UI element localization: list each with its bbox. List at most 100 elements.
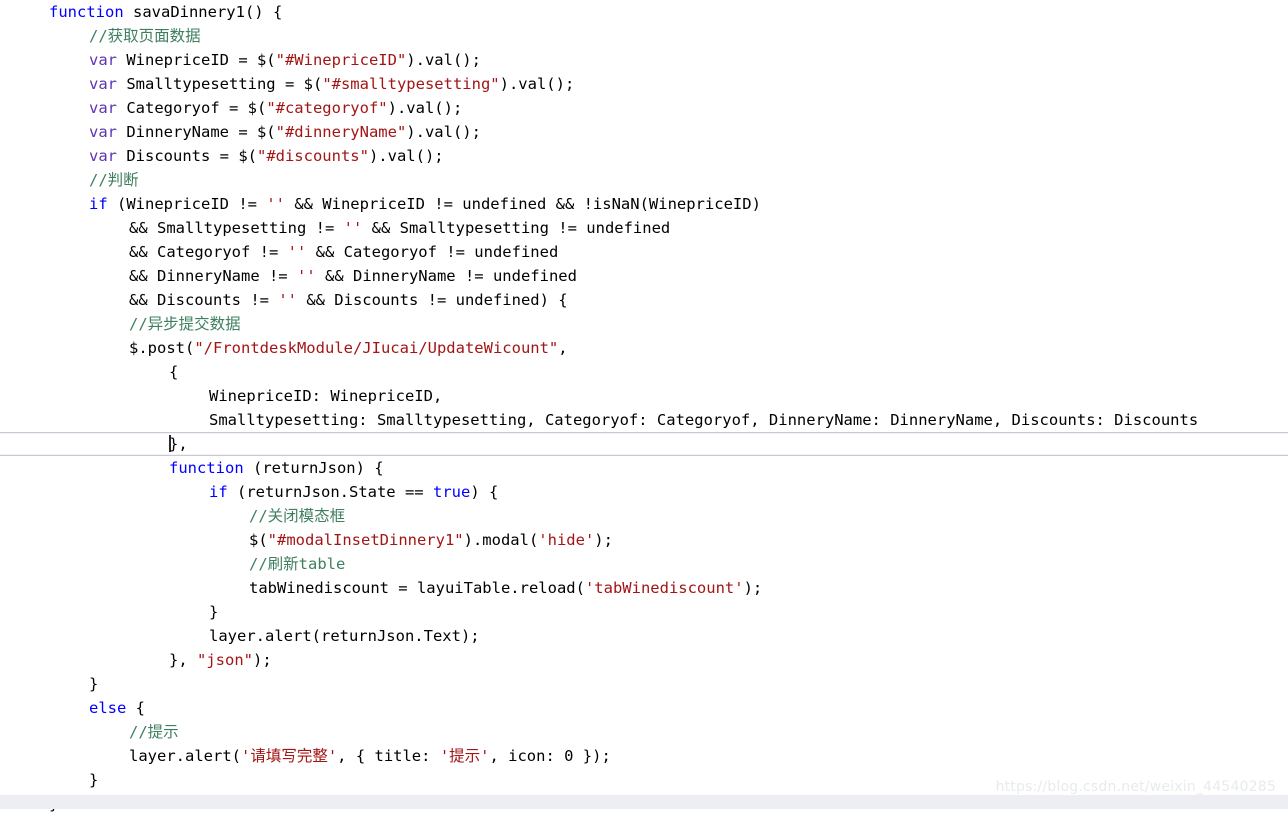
code-line[interactable]: $("#modalInsetDinnery1").modal('hide'); [0,528,1288,552]
code-token-str: "#WinepriceID" [275,51,407,69]
code-token-plain: $( [249,531,268,549]
code-line[interactable]: layer.alert('请填写完整', { title: '提示', icon… [0,744,1288,768]
code-line[interactable]: && DinneryName != '' && DinneryName != u… [0,264,1288,288]
code-token-plain: WinepriceID = $( [117,51,276,69]
code-token-plain: && WinepriceID != undefined && !isNaN(Wi… [284,195,761,213]
code-token-plain: Discounts = $( [117,147,257,165]
code-token-plain: ).val(); [368,147,444,165]
code-line[interactable]: if (WinepriceID != '' && WinepriceID != … [0,192,1288,216]
code-line[interactable]: var WinepriceID = $("#WinepriceID").val(… [0,48,1288,72]
code-token-plain: ).val(); [387,99,463,117]
code-token-str: 'tabWinediscount' [584,579,744,597]
code-line[interactable]: { [0,360,1288,384]
code-token-kw: else [89,699,127,717]
code-token-plain: $.post( [129,339,195,357]
code-token-var: var [89,99,117,117]
code-token-plain: ).val(); [406,51,481,69]
code-token-plain: { [126,699,145,717]
code-token-plain: ).val(); [499,75,575,93]
code-token-str: "#discounts" [256,147,369,165]
code-line[interactable]: tabWinediscount = layuiTable.reload('tab… [0,576,1288,600]
code-token-plain: && Discounts != undefined) { [296,291,568,309]
code-token-plain: ).val(); [406,123,481,141]
code-line[interactable]: if (returnJson.State == true) { [0,480,1288,504]
code-token-var: var [89,123,117,141]
code-token-plain: layer.alert(returnJson.Text); [209,627,480,645]
code-line[interactable]: }, "json"); [0,648,1288,672]
code-token-plain: Categoryof = $( [117,99,267,117]
code-token-plain: && DinneryName != [129,267,297,285]
code-token-var: var [89,147,117,165]
code-line[interactable]: Smalltypesetting: Smalltypesetting, Cate… [0,408,1288,432]
code-token-str: "#categoryof" [266,99,388,117]
code-line[interactable]: else { [0,696,1288,720]
watermark-url: https://blog.csdn.net/weixin_44540285 [995,779,1276,795]
code-line[interactable]: WinepriceID: WinepriceID, [0,384,1288,408]
code-line[interactable]: //刷新table [0,552,1288,576]
code-token-plain: }, [169,435,188,453]
code-token-kw: function [169,459,244,477]
code-line[interactable]: function (returnJson) { [0,456,1288,480]
code-token-plain: Smalltypesetting = $( [117,75,323,93]
code-token-plain: ); [743,579,763,597]
code-token-plain: , [558,339,568,357]
code-token-str: '' [287,243,307,261]
code-token-plain: ); [594,531,613,549]
code-token-plain: && Discounts != [129,291,279,309]
code-content[interactable]: function savaDinnery1() {//获取页面数据 var Win… [0,0,1288,816]
code-token-kw: true [432,483,471,501]
code-token-var: var [89,51,117,69]
code-token-plain: ).modal( [463,531,539,549]
code-line[interactable]: var DinneryName = $("#dinneryName").val(… [0,120,1288,144]
code-token-str: '' [266,195,285,213]
code-token-plain: ); [253,651,272,669]
code-token-plain: layer.alert( [129,747,241,765]
code-token-str: "/FrontdeskModule/JIucai/UpdateWicount" [194,339,559,357]
code-token-kw: function [49,3,124,21]
code-token-plain: }, [169,651,197,669]
code-line[interactable]: //获取页面数据 [0,24,1288,48]
code-line[interactable]: //提示 [0,720,1288,744]
code-token-plain: DinneryName = $( [117,123,276,141]
code-token-plain: && Smalltypesetting != [129,219,344,237]
code-editor[interactable]: function savaDinnery1() {//获取页面数据 var Win… [0,0,1288,813]
code-token-plain: && Categoryof != [129,243,288,261]
code-line[interactable]: //判断 [0,168,1288,192]
code-token-str: "#dinneryName" [275,123,407,141]
code-line[interactable]: var Categoryof = $("#categoryof").val(); [0,96,1288,120]
code-token-str: 'hide' [538,531,595,549]
code-token-plain: { [169,363,179,381]
code-line[interactable]: } [0,600,1288,624]
code-token-kw: if [209,483,228,501]
code-line[interactable]: var Smalltypesetting = $("#smalltypesett… [0,72,1288,96]
code-token-plain: && Categoryof != undefined [306,243,559,261]
code-line[interactable]: && Discounts != '' && Discounts != undef… [0,288,1288,312]
code-token-cmt: //异步提交数据 [129,315,241,333]
code-token-str: "#smalltypesetting" [322,75,500,93]
code-line[interactable]: && Categoryof != '' && Categoryof != und… [0,240,1288,264]
code-line[interactable]: } [0,672,1288,696]
code-token-plain: tabWinediscount = layuiTable.reload( [249,579,585,597]
code-token-var: var [89,75,117,93]
code-line[interactable]: }, [0,432,1288,456]
code-token-cmt: //判断 [89,171,139,189]
code-line[interactable]: var Discounts = $("#discounts").val(); [0,144,1288,168]
code-token-plain: Smalltypesetting: Smalltypesetting, Cate… [209,411,1199,429]
code-line[interactable]: //关闭模态框 [0,504,1288,528]
code-token-plain: savaDinnery1() { [123,3,283,21]
code-token-plain: (returnJson) { [243,459,384,477]
bottom-bar [0,795,1288,809]
code-token-plain: && Smalltypesetting != undefined [362,219,671,237]
code-token-str: "#modalInsetDinnery1" [267,531,464,549]
code-token-plain: } [209,603,219,621]
code-token-plain: (WinepriceID != [107,195,267,213]
code-line[interactable]: //异步提交数据 [0,312,1288,336]
code-line[interactable]: $.post("/FrontdeskModule/JIucai/UpdateWi… [0,336,1288,360]
code-line[interactable]: function savaDinnery1() { [0,0,1288,24]
code-token-kw: if [89,195,108,213]
code-line[interactable]: layer.alert(returnJson.Text); [0,624,1288,648]
code-line[interactable]: && Smalltypesetting != '' && Smalltypese… [0,216,1288,240]
code-token-plain: WinepriceID: WinepriceID, [209,387,443,405]
code-token-plain: , icon: 0 }); [489,747,611,765]
code-token-str: '' [343,219,363,237]
